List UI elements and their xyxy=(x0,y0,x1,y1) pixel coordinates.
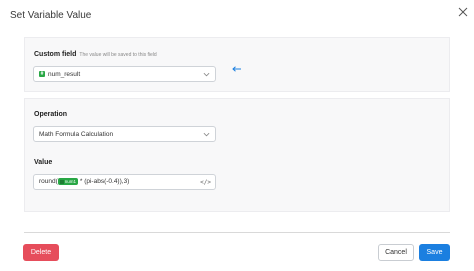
value-formula-input[interactable]: round( num1 * (pi-abs(-0.4)),3) </> xyxy=(33,174,216,190)
operation-label: Operation xyxy=(34,111,68,118)
arrow-left-icon xyxy=(232,66,241,72)
formula-prefix: round( xyxy=(39,178,58,186)
custom-field-label: Custom field xyxy=(34,51,77,58)
operation-panel: Operation Math Formula Calculation Value… xyxy=(24,98,450,212)
custom-field-panel: Custom field The value will be saved to t… xyxy=(24,37,450,92)
set-variable-dialog: Set Variable Value Custom field The value… xyxy=(0,0,474,271)
chevron-down-icon xyxy=(203,72,210,77)
operation-value: Math Formula Calculation xyxy=(39,131,114,138)
dialog-title: Set Variable Value xyxy=(10,10,92,21)
operation-select[interactable]: Math Formula Calculation xyxy=(33,126,216,142)
variable-token: num1 xyxy=(57,178,79,185)
custom-field-value: num_result xyxy=(48,71,81,78)
value-label: Value xyxy=(34,159,53,166)
code-icon[interactable]: </> xyxy=(200,179,211,186)
cancel-button[interactable]: Cancel xyxy=(378,244,414,261)
save-button[interactable]: Save xyxy=(419,244,450,261)
footer-divider xyxy=(24,232,450,233)
close-icon xyxy=(458,7,468,17)
custom-field-hint: The value will be saved to this field xyxy=(79,52,157,58)
chevron-down-icon xyxy=(203,132,210,137)
custom-field-select[interactable]: # num_result xyxy=(33,66,216,82)
hash-icon xyxy=(59,179,64,184)
delete-button[interactable]: Delete xyxy=(23,244,59,261)
formula-suffix: * (pi-abs(-0.4)),3) xyxy=(78,178,130,186)
hash-icon: # xyxy=(39,71,45,78)
variable-token-label: num1 xyxy=(64,179,77,184)
close-button[interactable] xyxy=(457,6,469,18)
custom-field-label-row: Custom field The value will be saved to t… xyxy=(34,51,157,58)
